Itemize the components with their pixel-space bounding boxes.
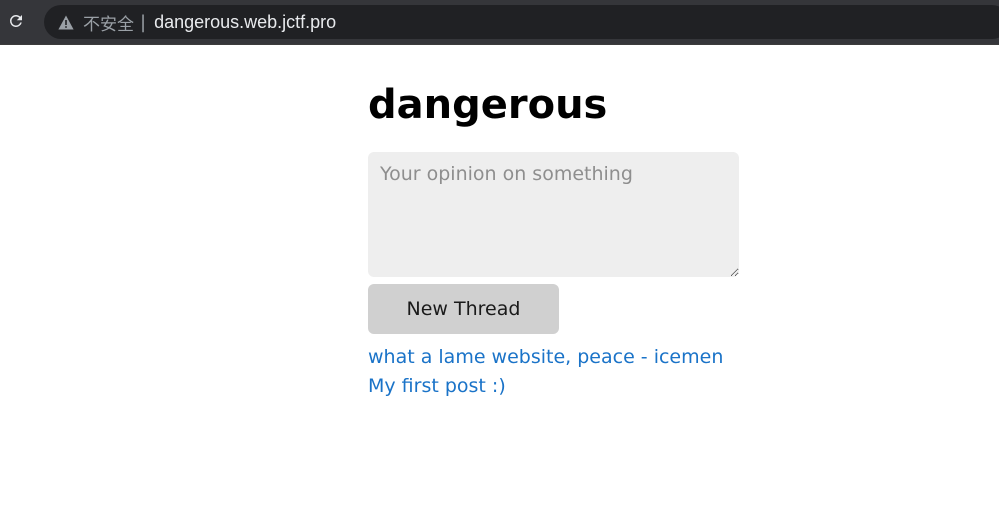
list-item: what a lame website, peace - icemen: [368, 343, 740, 372]
address-separator: |: [140, 11, 147, 33]
opinion-textarea[interactable]: [368, 152, 739, 277]
browser-toolbar: 不安全 | dangerous.web.jctf.pro: [0, 0, 999, 45]
warning-icon[interactable]: [58, 14, 74, 30]
page-title: dangerous: [368, 82, 608, 128]
new-thread-button[interactable]: New Thread: [368, 284, 559, 334]
reload-icon[interactable]: [5, 10, 27, 32]
thread-list: what a lame website, peace - icemen My f…: [368, 343, 740, 401]
address-bar[interactable]: 不安全 | dangerous.web.jctf.pro: [44, 5, 999, 39]
thread-link[interactable]: My first post :): [368, 375, 506, 397]
url-text[interactable]: dangerous.web.jctf.pro: [154, 12, 336, 33]
list-item: My first post :): [368, 372, 740, 401]
page-content: dangerous New Thread what a lame website…: [368, 80, 740, 401]
security-label[interactable]: 不安全: [83, 10, 134, 35]
thread-link[interactable]: what a lame website, peace - icemen: [368, 346, 723, 368]
